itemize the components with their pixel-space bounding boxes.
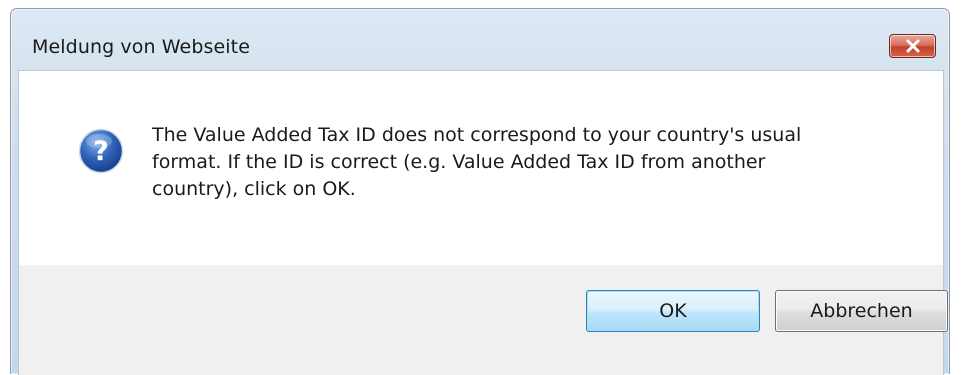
close-icon bbox=[905, 39, 921, 53]
dialog-message: The Value Added Tax ID does not correspo… bbox=[152, 124, 802, 200]
svg-text:?: ? bbox=[93, 136, 109, 167]
cancel-button[interactable]: Abbrechen bbox=[775, 290, 948, 332]
question-icon: ? bbox=[78, 128, 124, 174]
ok-button[interactable]: OK bbox=[586, 290, 760, 332]
titlebar[interactable]: Meldung von Webseite bbox=[11, 9, 949, 69]
close-button[interactable] bbox=[889, 34, 936, 58]
button-bar: OK Abbrechen bbox=[18, 265, 948, 375]
dialog-window: Meldung von Webseite ? The Value Added T… bbox=[10, 8, 950, 375]
dialog-title: Meldung von Webseite bbox=[32, 36, 250, 58]
